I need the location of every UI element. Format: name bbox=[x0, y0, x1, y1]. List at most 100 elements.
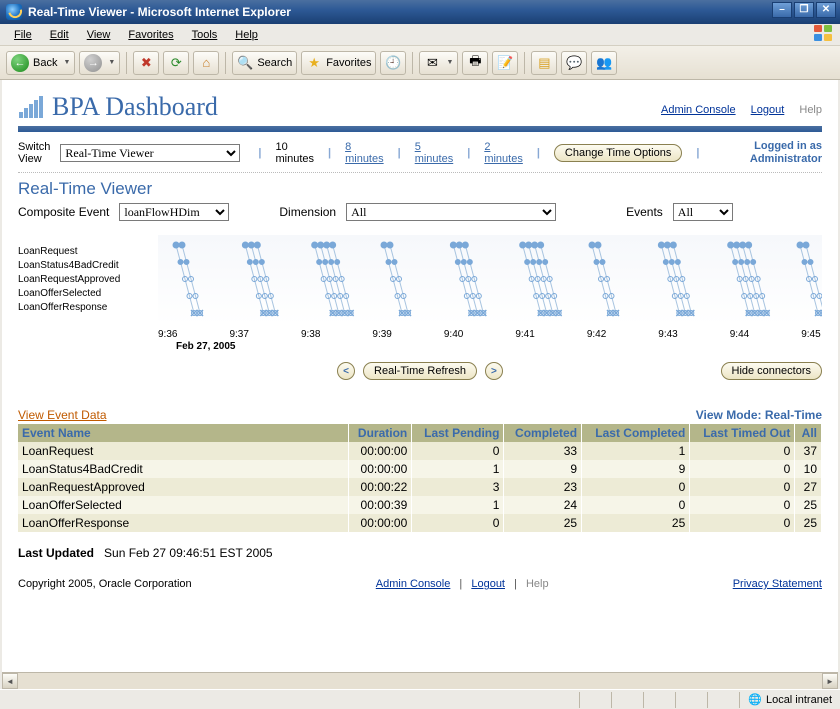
ie-icon bbox=[6, 4, 22, 20]
col-last-timed-out[interactable]: Last Timed Out bbox=[690, 424, 795, 442]
switch-view-row: SwitchView Real-Time Viewer | 10minutes … bbox=[18, 140, 822, 166]
link-help[interactable]: Help bbox=[799, 104, 822, 116]
print-icon: 🖶 bbox=[467, 55, 483, 71]
menu-tools[interactable]: Tools bbox=[184, 27, 226, 43]
refresh-button[interactable]: ⟳ bbox=[163, 51, 189, 75]
messenger-icon: 👥 bbox=[596, 55, 612, 71]
menu-favorites[interactable]: Favorites bbox=[120, 27, 181, 43]
note-icon: ▤ bbox=[536, 55, 552, 71]
chart-y-labels: LoanRequest LoanStatus4BadCredit LoanReq… bbox=[18, 235, 158, 325]
mid-controls: < Real-Time Refresh > Hide connectors bbox=[18, 362, 822, 380]
window-title: Real-Time Viewer - Microsoft Internet Ex… bbox=[28, 5, 291, 19]
col-last-pending[interactable]: Last Pending bbox=[412, 424, 504, 442]
change-time-options-button[interactable]: Change Time Options bbox=[554, 144, 682, 162]
intranet-icon: 🌐 bbox=[748, 693, 762, 706]
search-button[interactable]: 🔍Search bbox=[232, 51, 297, 75]
menu-help[interactable]: Help bbox=[227, 27, 266, 43]
messenger-button[interactable]: 👥 bbox=[591, 51, 617, 75]
print-button[interactable]: 🖶 bbox=[462, 51, 488, 75]
history-button[interactable]: 🕘 bbox=[380, 51, 406, 75]
refresh-icon: ⟳ bbox=[168, 55, 184, 71]
stop-button[interactable]: ✖ bbox=[133, 51, 159, 75]
scroll-left-button[interactable]: < bbox=[337, 362, 355, 380]
logged-in-label: Logged in asAdministrator bbox=[750, 140, 822, 166]
dimension-select[interactable]: All bbox=[346, 203, 556, 221]
menubar: File Edit View Favorites Tools Help bbox=[0, 24, 840, 46]
col-completed[interactable]: Completed bbox=[504, 424, 582, 442]
discuss-button[interactable]: 💬 bbox=[561, 51, 587, 75]
table-row[interactable]: LoanRequestApproved00:00:223230027 bbox=[18, 478, 822, 496]
composite-event-label: Composite Event bbox=[18, 205, 109, 219]
col-event-name[interactable]: Event Name bbox=[18, 424, 348, 442]
header-divider bbox=[18, 126, 822, 132]
event-data-table: Event Name Duration Last Pending Complet… bbox=[18, 424, 822, 532]
footer-logout-link[interactable]: Logout bbox=[471, 578, 505, 590]
dimension-label: Dimension bbox=[279, 205, 336, 219]
scroll-right-button[interactable]: > bbox=[485, 362, 503, 380]
scroll-right-arrow[interactable]: ► bbox=[822, 673, 838, 689]
footer-admin-link[interactable]: Admin Console bbox=[376, 578, 451, 590]
link-logout[interactable]: Logout bbox=[751, 104, 785, 116]
table-row[interactable]: LoanOfferSelected00:00:391240025 bbox=[18, 496, 822, 514]
page-title: Real-Time Viewer bbox=[18, 179, 822, 199]
switch-view-select[interactable]: Real-Time Viewer bbox=[60, 144, 240, 162]
table-row[interactable]: LoanRequest00:00:000331037 bbox=[18, 442, 822, 460]
table-row[interactable]: LoanStatus4BadCredit00:00:00199010 bbox=[18, 460, 822, 478]
page: BPA Dashboard Admin Console Logout Help … bbox=[2, 80, 838, 672]
forward-button[interactable]: →▼ bbox=[79, 51, 120, 75]
back-button[interactable]: ←Back▼ bbox=[6, 51, 75, 75]
logo-bars-icon bbox=[18, 94, 44, 120]
minimize-button[interactable]: – bbox=[772, 2, 792, 18]
col-duration[interactable]: Duration bbox=[348, 424, 412, 442]
search-icon: 🔍 bbox=[237, 55, 253, 71]
time-2min[interactable]: 2minutes bbox=[484, 141, 523, 165]
events-label: Events bbox=[626, 205, 663, 219]
maximize-button[interactable]: ❐ bbox=[794, 2, 814, 18]
time-8min[interactable]: 8minutes bbox=[345, 141, 384, 165]
table-header-row: Event Name Duration Last Pending Complet… bbox=[18, 424, 822, 442]
edit-icon: 📝 bbox=[497, 55, 513, 71]
filters-row: Composite Event loanFlowHDim Dimension A… bbox=[18, 203, 822, 221]
titlebar: Real-Time Viewer - Microsoft Internet Ex… bbox=[0, 0, 840, 24]
composite-event-select[interactable]: loanFlowHDim bbox=[119, 203, 229, 221]
close-button[interactable]: ✕ bbox=[816, 2, 836, 18]
footer-help-link[interactable]: Help bbox=[526, 578, 549, 590]
col-all[interactable]: All bbox=[795, 424, 822, 442]
privacy-statement-link[interactable]: Privacy Statement bbox=[733, 578, 822, 590]
toolbar: ←Back▼ →▼ ✖ ⟳ ⌂ 🔍Search ★Favorites 🕘 ✉▼ … bbox=[0, 46, 840, 80]
home-button[interactable]: ⌂ bbox=[193, 51, 219, 75]
col-last-completed[interactable]: Last Completed bbox=[582, 424, 690, 442]
menu-edit[interactable]: Edit bbox=[42, 27, 77, 43]
events-select[interactable]: All bbox=[673, 203, 733, 221]
horizontal-scrollbar[interactable]: ◄ ► bbox=[2, 672, 838, 689]
last-updated: Last UpdatedSun Feb 27 09:46:51 EST 2005 bbox=[18, 546, 822, 560]
time-10min[interactable]: 10minutes bbox=[275, 141, 314, 165]
link-admin-console[interactable]: Admin Console bbox=[661, 104, 736, 116]
discuss-icon: 💬 bbox=[566, 55, 582, 71]
scroll-left-arrow[interactable]: ◄ bbox=[2, 673, 18, 689]
menu-file[interactable]: File bbox=[6, 27, 40, 43]
menu-view[interactable]: View bbox=[79, 27, 119, 43]
table-row[interactable]: LoanOfferResponse00:00:0002525025 bbox=[18, 514, 822, 532]
home-icon: ⌂ bbox=[198, 55, 214, 71]
top-links: Admin Console Logout Help bbox=[649, 104, 822, 116]
view-event-data-link[interactable]: View Event Data bbox=[18, 408, 107, 422]
mail-icon: ✉ bbox=[424, 55, 440, 71]
chart-x-axis: 9:369:37 9:389:39 9:409:41 9:429:43 9:44… bbox=[158, 329, 822, 340]
star-icon: ★ bbox=[306, 55, 322, 71]
hide-connectors-button[interactable]: Hide connectors bbox=[721, 362, 823, 380]
chart-plot-area bbox=[158, 235, 822, 325]
timeline-chart: LoanRequest LoanStatus4BadCredit LoanReq… bbox=[18, 235, 822, 325]
status-ie-icon bbox=[4, 693, 18, 707]
stop-icon: ✖ bbox=[138, 55, 154, 71]
time-5min[interactable]: 5minutes bbox=[415, 141, 454, 165]
realtime-refresh-button[interactable]: Real-Time Refresh bbox=[363, 362, 477, 380]
edit-button[interactable]: 📝 bbox=[492, 51, 518, 75]
time-links: | 10minutes | 8minutes | 5minutes | 2min… bbox=[258, 141, 699, 165]
chart-date-label: Feb 27, 2005 bbox=[176, 341, 822, 352]
extra1-button[interactable]: ▤ bbox=[531, 51, 557, 75]
mail-button[interactable]: ✉▼ bbox=[419, 51, 458, 75]
favorites-button[interactable]: ★Favorites bbox=[301, 51, 376, 75]
app-window: Real-Time Viewer - Microsoft Internet Ex… bbox=[0, 0, 840, 709]
view-mode-label: View Mode: Real-Time bbox=[696, 408, 822, 422]
